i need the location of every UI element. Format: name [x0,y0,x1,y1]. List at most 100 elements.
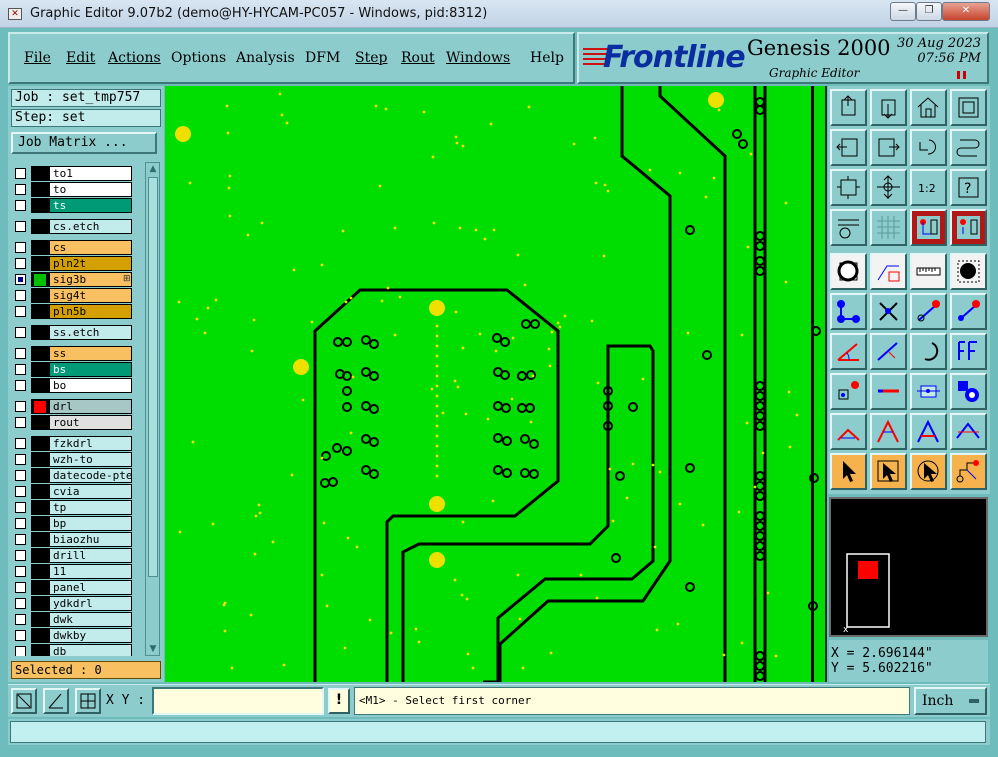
layer-name[interactable]: sig3b [49,272,132,287]
layer-checkbox[interactable] [15,454,26,465]
layer-name[interactable]: pln5b [49,304,132,319]
layer-row-ydkdrl[interactable]: ydkdrl [11,596,133,611]
layer-name[interactable]: ydkdrl [49,596,132,611]
layer-checkbox[interactable] [15,258,26,269]
layer-row-db[interactable]: db [11,644,133,656]
layer-checkbox[interactable] [15,364,26,375]
layer-name[interactable]: ss [49,346,132,361]
layer-row-ss.etch[interactable]: ss.etch [11,325,133,340]
layer-row-pln5b[interactable]: pln5b [11,304,133,319]
layer-row-sig3b[interactable]: sig3b ⊞ [11,272,133,287]
box-select-button[interactable] [870,253,907,290]
connect-button[interactable] [830,293,867,330]
layer-name[interactable]: panel [49,580,132,595]
layer-name[interactable]: drill [49,548,132,563]
layer-name[interactable]: bp [49,516,132,531]
layer-color-swatch[interactable] [31,548,49,563]
layer-checkbox[interactable] [15,438,26,449]
angle-button[interactable] [830,333,867,370]
layer-name[interactable]: wzh-to [49,452,132,467]
layer-name[interactable]: bo [49,378,132,393]
redraw-button[interactable] [950,129,987,166]
home-view-button[interactable] [910,89,947,126]
xy-input[interactable] [152,687,324,715]
layer-name[interactable]: 11 [49,564,132,579]
overview-minimap[interactable]: x [829,497,988,637]
layer-row-rout[interactable]: rout [11,415,133,430]
layer-name[interactable]: db [49,644,132,656]
menu-help[interactable]: Help [530,50,564,66]
menu-options[interactable]: Options [171,50,226,66]
layer-color-swatch[interactable] [31,500,49,515]
layer-color-swatch[interactable] [31,596,49,611]
menu-edit[interactable]: Edit [66,50,95,66]
menu-dfm[interactable]: DFM [305,50,340,66]
pause-icon[interactable] [957,71,966,79]
route-b-button[interactable] [950,293,987,330]
layer-name[interactable]: tp [49,500,132,515]
layer-row-cs.etch[interactable]: cs.etch [11,219,133,234]
scroll-down-icon[interactable]: ▼ [147,643,159,655]
layer-row-bo[interactable]: bo [11,378,133,393]
layer-color-swatch[interactable] [31,484,49,499]
layer-checkbox[interactable] [15,417,26,428]
menu-rout[interactable]: Rout [401,50,435,66]
layer-checkbox[interactable] [15,168,26,179]
layer-color-swatch[interactable] [31,628,49,643]
layer-color-swatch[interactable] [31,580,49,595]
layer-name[interactable]: cs.etch [49,219,132,234]
layer-checkbox[interactable] [15,502,26,513]
layer-checkbox[interactable] [15,401,26,412]
layer-color-swatch[interactable] [31,516,49,531]
pad-select-button[interactable] [950,253,987,290]
layer-checkbox[interactable] [15,327,26,338]
feature-select-button[interactable] [830,253,867,290]
layer-color-swatch[interactable] [31,182,49,197]
layer-color-swatch[interactable] [31,362,49,377]
add-line-button[interactable] [870,373,907,410]
layer-row-ts[interactable]: ts [11,198,133,213]
help-button[interactable]: ? [950,169,987,206]
grid-button[interactable] [75,688,101,714]
layer-color-swatch[interactable] [31,256,49,271]
layer-name[interactable]: to1 [49,166,132,181]
layer-row-cs[interactable]: cs [11,240,133,255]
layer-display-button[interactable] [910,209,947,246]
window-view-button[interactable] [950,89,987,126]
layer-row-pln2t[interactable]: pln2t [11,256,133,271]
layer-row-bp[interactable]: bp [11,516,133,531]
layer-checkbox[interactable] [15,646,26,656]
layer-row-fzkdrl[interactable]: fzkdrl [11,436,133,451]
layer-color-swatch[interactable] [31,166,49,181]
layer-color-swatch[interactable] [31,532,49,547]
layer-checkbox[interactable] [15,184,26,195]
undo-view-button[interactable] [910,129,947,166]
layer-checkbox[interactable] [15,534,26,545]
layer-name[interactable]: to [49,182,132,197]
layer-checkbox[interactable] [15,598,26,609]
layer-color-swatch[interactable] [31,468,49,483]
layer-row-panel[interactable]: panel [11,580,133,595]
shapes-button[interactable] [950,373,987,410]
layer-name[interactable]: cvia [49,484,132,499]
zoom-ratio-button[interactable]: 1:2 [910,169,947,206]
net-connect-button[interactable] [950,453,987,490]
layer-checkbox[interactable] [15,550,26,561]
layer-color-swatch[interactable] [31,304,49,319]
job-matrix-button[interactable]: Job Matrix ... [11,132,157,154]
layer-checkbox[interactable] [15,470,26,481]
layer-row-11[interactable]: 11 [11,564,133,579]
layer-color-swatch[interactable] [31,219,49,234]
layer-row-biaozhu[interactable]: biaozhu [11,532,133,547]
menu-windows[interactable]: Windows [446,50,510,66]
bottom-view-button[interactable] [870,89,907,126]
layer-color-swatch[interactable] [31,436,49,451]
scroll-up-icon[interactable]: ▲ [147,163,159,175]
pointer-rot-button[interactable] [910,453,947,490]
layer-color-swatch[interactable] [31,288,49,303]
layer-color-swatch[interactable] [31,378,49,393]
layer-checkbox[interactable] [15,290,26,301]
layer-name[interactable]: pln2t [49,256,132,271]
layer-checkbox[interactable] [15,221,26,232]
layer-row-dwk[interactable]: dwk [11,612,133,627]
